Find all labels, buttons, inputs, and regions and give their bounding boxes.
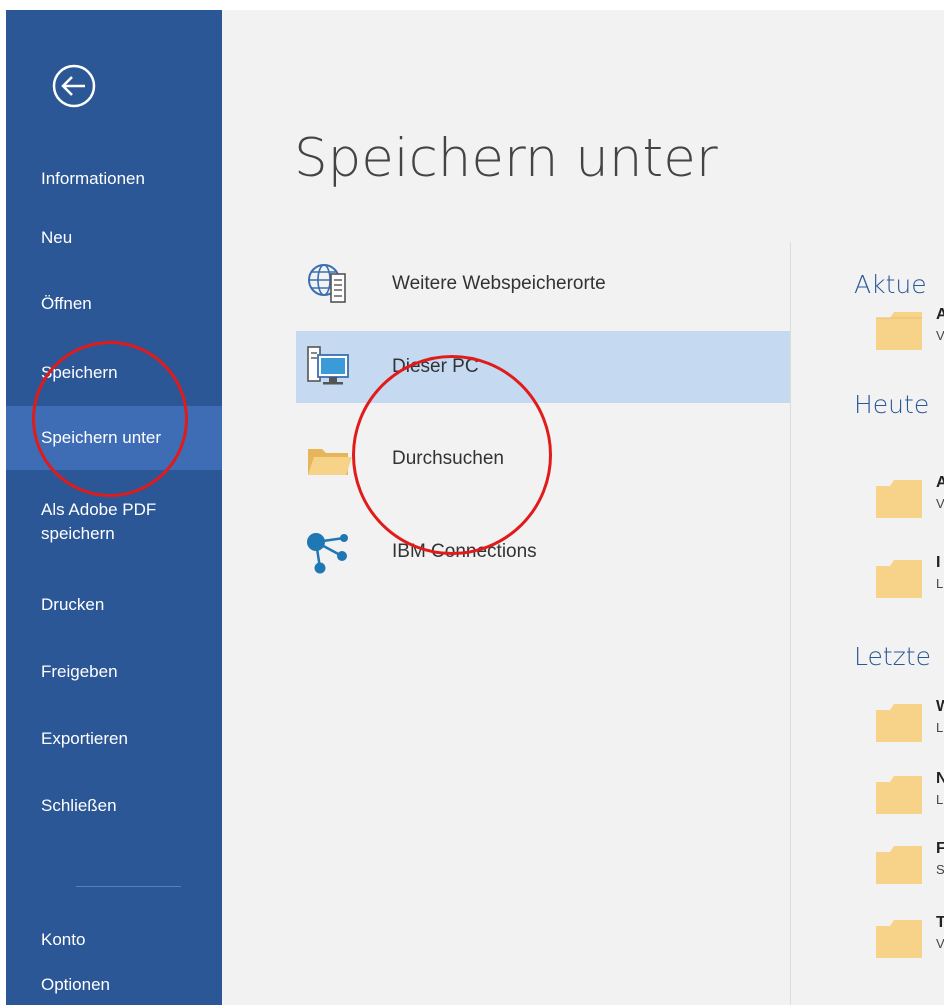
globe-server-icon [308, 264, 346, 303]
nav-oeffnen[interactable]: Öffnen [6, 285, 222, 323]
nav-label: Neu [41, 228, 73, 247]
folder-path: V [936, 936, 944, 951]
folder-icon [876, 560, 922, 598]
location-ibm-connections[interactable]: IBM Connections [296, 516, 790, 588]
nav-label: Speichern unter [41, 428, 162, 447]
nav-schliessen[interactable]: Schließen [6, 787, 222, 825]
nav-label: Drucken [41, 595, 105, 614]
location-durchsuchen[interactable]: Durchsuchen [296, 423, 790, 495]
nav-label: Öffnen [41, 294, 92, 313]
nav-konto[interactable]: Konto [6, 921, 222, 959]
nav-optionen[interactable]: Optionen [6, 966, 222, 1004]
folder-item[interactable]: I L [874, 554, 944, 604]
folder-name: A [936, 306, 944, 323]
folder-icon [876, 704, 922, 742]
folder-name: A [936, 474, 944, 491]
location-weitere-webspeicherorte[interactable]: Weitere Webspeicherorte [296, 248, 790, 320]
nav-speichern[interactable]: Speichern [6, 354, 222, 392]
nav-informationen[interactable]: Informationen [6, 160, 222, 198]
nav-neu[interactable]: Neu [6, 219, 222, 257]
nav-drucken[interactable]: Drucken [6, 586, 222, 624]
folder-item[interactable]: W L [874, 698, 944, 748]
nav-separator [76, 886, 181, 887]
folder-path: L [936, 792, 944, 807]
location-label: Dieser PC [392, 356, 479, 377]
folder-path: L [936, 576, 944, 591]
folder-path: V [936, 328, 944, 343]
location-label: Weitere Webspeicherorte [392, 273, 606, 294]
back-arrow-icon [52, 64, 96, 108]
nav-label: Als Adobe PDF speichern [41, 500, 157, 543]
backstage-sidebar: Informationen Neu Öffnen Speichern Speic… [6, 10, 222, 1005]
folder-item[interactable]: F S [874, 840, 944, 890]
section-title-aktuell: Aktue [854, 270, 927, 299]
folder-icon [876, 480, 922, 518]
folder-name: F [936, 840, 944, 857]
nav-label: Exportieren [41, 729, 128, 748]
nav-label: Speichern [41, 363, 118, 382]
computer-icon [307, 346, 349, 385]
nav-label: Schließen [41, 796, 117, 815]
folder-item[interactable]: N L [874, 770, 944, 820]
nav-speichern-unter[interactable]: Speichern unter [6, 406, 222, 470]
section-title-letzte: Letzte [854, 642, 931, 671]
folder-item[interactable]: A V [874, 306, 944, 356]
folder-path: L [936, 720, 944, 735]
folder-icon [876, 846, 922, 884]
folder-icon [876, 920, 922, 958]
nav-exportieren[interactable]: Exportieren [6, 720, 222, 758]
nav-freigeben[interactable]: Freigeben [6, 653, 222, 691]
folder-name: N [936, 770, 944, 787]
folder-name: W [936, 698, 944, 715]
folder-path: V [936, 496, 944, 511]
pane-divider [790, 242, 791, 1005]
folder-name: I [936, 554, 941, 571]
back-button[interactable] [46, 58, 102, 114]
page-title: Speichern unter [294, 128, 718, 189]
nav-label: Optionen [41, 975, 110, 994]
nav-label: Informationen [41, 169, 145, 188]
folder-item[interactable]: A V [874, 474, 944, 524]
folder-icon [308, 449, 352, 475]
nav-als-adobe-pdf-speichern[interactable]: Als Adobe PDF speichern [6, 494, 222, 550]
ibm-connections-icon [307, 533, 348, 574]
folder-icon [876, 776, 922, 814]
nav-label: Konto [41, 930, 86, 949]
folder-name: T [936, 914, 944, 931]
folder-item[interactable]: T V [874, 914, 944, 964]
folder-icon [876, 312, 922, 350]
location-dieser-pc[interactable]: Dieser PC [296, 331, 790, 403]
section-title-heute: Heute [854, 390, 930, 419]
location-label: IBM Connections [392, 541, 537, 562]
backstage-main: Speichern unter Weitere Webspeicherorte [222, 10, 944, 1005]
location-label: Durchsuchen [392, 448, 504, 469]
folder-path: S [936, 862, 944, 877]
nav-label: Freigeben [41, 662, 118, 681]
